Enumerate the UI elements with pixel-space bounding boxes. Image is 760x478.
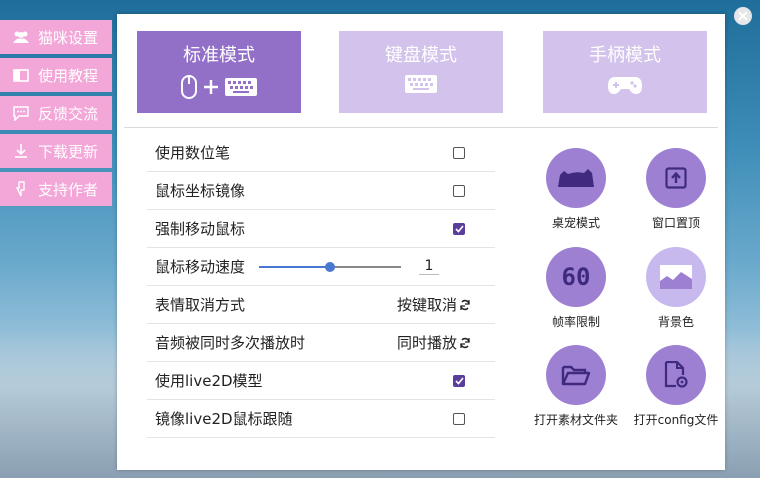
option-label: 使用数位笔 (155, 144, 231, 162)
audio-multi-toggle[interactable]: 同时播放 (397, 332, 471, 353)
options-list: 使用数位笔 鼠标坐标镜像 强制移动鼠标 鼠标移动速度 1 表情取消方式 按键取消… (147, 134, 495, 438)
pin-top-icon (665, 167, 687, 189)
settings-panel: 标准模式 键盘模式 手柄模式 使用数位笔 鼠标坐标镜像 强制移动鼠标 鼠标移动速… (117, 14, 725, 470)
divider (124, 127, 718, 128)
close-icon (738, 11, 748, 21)
tool-label: 窗口置顶 (651, 216, 700, 230)
tool-window-top[interactable]: 窗口置顶 (631, 148, 721, 231)
tool-background-color[interactable]: 背景色 (631, 247, 721, 330)
tool-circle[interactable] (546, 148, 606, 208)
option-label: 鼠标坐标镜像 (155, 182, 246, 200)
cycle-icon (460, 337, 470, 348)
option-move-speed: 鼠标移动速度 1 (147, 248, 495, 286)
background-image-icon (660, 265, 692, 289)
mode-standard-button[interactable]: 标准模式 (137, 31, 301, 113)
mirror-coords-checkbox[interactable] (453, 184, 465, 197)
option-label: 音频被同时多次播放时 (155, 334, 306, 352)
tool-fps-limit[interactable]: 60 帧率限制 (531, 247, 621, 330)
option-mirror-coords: 鼠标坐标镜像 (147, 172, 495, 210)
support-icon (12, 180, 30, 198)
move-speed-slider[interactable] (259, 260, 402, 274)
mirror-live2d-checkbox[interactable] (453, 412, 465, 425)
tool-open-config-file[interactable]: 打开config文件 (631, 345, 721, 428)
emote-cancel-value: 按键取消 (396, 296, 457, 314)
option-digital-pen: 使用数位笔 (147, 134, 495, 172)
move-speed-value[interactable]: 1 (419, 258, 440, 275)
keyboard-icons (405, 75, 437, 93)
option-force-move: 强制移动鼠标 (147, 210, 495, 248)
sidebar-item-support-author[interactable]: 支持作者 (0, 172, 112, 206)
sidebar-item-feedback[interactable]: 反馈交流 (0, 96, 112, 130)
digital-pen-checkbox[interactable] (453, 146, 465, 159)
tool-label: 帧率限制 (551, 315, 600, 329)
cycle-icon (460, 299, 470, 310)
option-use-live2d: 使用live2D模型 (147, 362, 495, 400)
sidebar-item-label: 反馈交流 (38, 104, 99, 123)
option-label: 使用live2D模型 (155, 372, 263, 390)
tool-label: 背景色 (657, 315, 694, 329)
plus-icon (204, 80, 218, 94)
config-file-icon (664, 361, 688, 388)
slider-thumb[interactable] (325, 261, 336, 272)
tool-circle[interactable] (546, 345, 606, 405)
check-icon (454, 224, 464, 233)
mode-keyboard-button[interactable]: 键盘模式 (339, 31, 503, 113)
mode-label: 手柄模式 (589, 45, 661, 66)
mouse-plus-keyboard-icons (181, 75, 257, 99)
tool-circle[interactable] (646, 247, 706, 307)
option-label: 强制移动鼠标 (155, 220, 246, 238)
tool-open-assets-folder[interactable]: 打开素材文件夹 (531, 345, 621, 428)
sidebar-item-label: 猫咪设置 (38, 28, 99, 47)
cat-silhouette-icon (558, 169, 594, 187)
sidebar-item-download-update[interactable]: 下载更新 (0, 134, 112, 168)
sidebar-item-label: 支持作者 (38, 180, 99, 199)
sidebar-item-cat-settings[interactable]: 猫咪设置 (0, 20, 112, 54)
tool-circle[interactable]: 60 (546, 247, 606, 307)
slider-fill (259, 265, 331, 268)
book-icon (12, 66, 30, 84)
gamepad-icons (607, 75, 643, 95)
option-label: 鼠标移动速度 (155, 258, 246, 276)
tool-circle[interactable] (646, 345, 706, 405)
chat-icon (12, 104, 30, 122)
fps-60-icon: 60 (561, 263, 591, 291)
tool-circle[interactable] (646, 148, 706, 208)
close-button[interactable] (734, 7, 752, 25)
tool-label: 桌宠模式 (551, 216, 600, 230)
force-move-checkbox[interactable] (453, 222, 465, 235)
mode-label: 标准模式 (183, 45, 255, 66)
option-mirror-live2d: 镜像live2D鼠标跟随 (147, 400, 495, 438)
option-label: 镜像live2D鼠标跟随 (155, 410, 293, 428)
users-icon (12, 28, 30, 46)
option-emote-cancel: 表情取消方式 按键取消 (147, 286, 495, 324)
keyboard-icon (405, 75, 437, 93)
download-icon (12, 142, 30, 160)
option-label: 表情取消方式 (155, 296, 246, 314)
sidebar-item-label: 使用教程 (38, 66, 99, 85)
option-audio-multi: 音频被同时多次播放时 同时播放 (147, 324, 495, 362)
emote-cancel-toggle[interactable]: 按键取消 (397, 294, 471, 315)
check-icon (454, 376, 464, 385)
tool-label: 打开config文件 (633, 413, 719, 427)
mode-gamepad-button[interactable]: 手柄模式 (543, 31, 707, 113)
folder-open-icon (561, 365, 591, 386)
tool-label: 打开素材文件夹 (533, 413, 618, 427)
sidebar-item-label: 下载更新 (38, 142, 99, 161)
mode-label: 键盘模式 (385, 45, 457, 66)
sidebar-item-tutorial[interactable]: 使用教程 (0, 58, 112, 92)
gamepad-icon (608, 77, 642, 94)
use-live2d-checkbox[interactable] (453, 374, 465, 387)
mouse-icon (181, 75, 197, 99)
sidebar: 猫咪设置 使用教程 反馈交流 下载更新 支持作者 (0, 20, 112, 210)
tool-desktop-pet[interactable]: 桌宠模式 (531, 148, 621, 231)
keyboard-icon (225, 78, 257, 96)
audio-multi-value: 同时播放 (396, 334, 457, 352)
